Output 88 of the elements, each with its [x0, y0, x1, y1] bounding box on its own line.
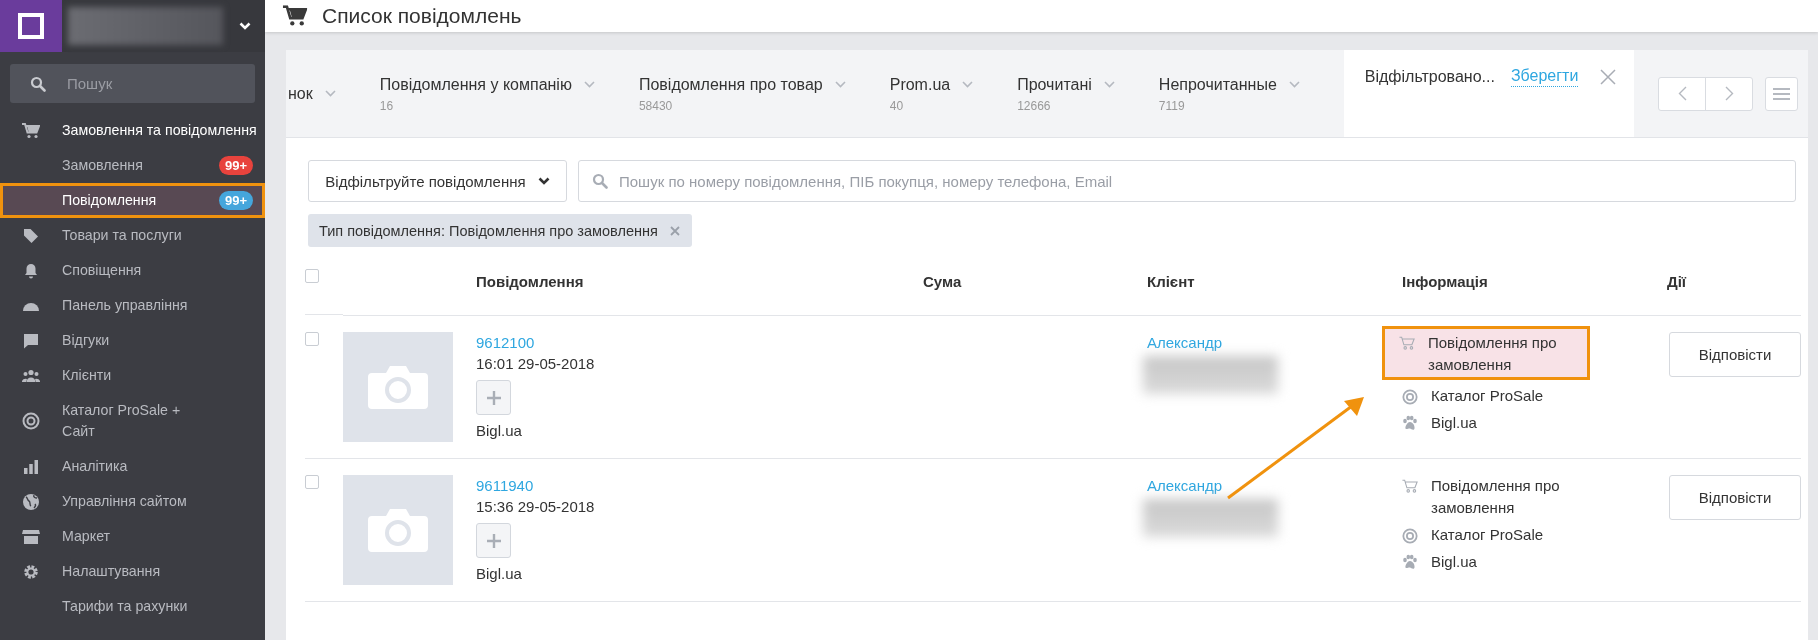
- tab[interactable]: Відфільтровано... Зберегти: [1343, 50, 1635, 137]
- page-title: Список повідомлень: [322, 4, 522, 28]
- chevron-down-icon: [583, 81, 595, 88]
- tab[interactable]: Прочитані 12666: [1017, 50, 1159, 137]
- sidebar-item[interactable]: Аналітика: [0, 449, 265, 484]
- tab[interactable]: Повідомлення про товар 58430: [638, 50, 890, 137]
- bell-icon: [23, 262, 39, 279]
- reply-button[interactable]: Відповісти: [1669, 332, 1801, 377]
- info-text: Bigl.ua: [1431, 552, 1477, 572]
- message-source: Bigl.ua: [476, 565, 523, 582]
- search-field[interactable]: Пошук по номеру повідомлення, ПІБ покупця, номеру телефона, Email: [578, 160, 1796, 202]
- menu-icon: [1773, 85, 1790, 102]
- settings-icon: [23, 563, 39, 580]
- chevron-down-icon[interactable]: [239, 22, 251, 30]
- filter-chip-label: Тип повідомлення: Повідомлення про замовлення: [319, 222, 658, 239]
- tab[interactable]: Prom.ua 40: [889, 50, 1018, 137]
- info-text: Повідомлення про замовлення: [1431, 476, 1561, 518]
- column-header: Дії: [1667, 272, 1687, 290]
- tab[interactable]: нок: [286, 50, 380, 137]
- cart-icon: [1402, 478, 1418, 494]
- sidebar-item[interactable]: Клієнти: [0, 358, 265, 393]
- search-field[interactable]: Пошук: [10, 64, 255, 103]
- plus-icon: [486, 533, 501, 548]
- search-icon: [30, 76, 46, 92]
- sidebar-item[interactable]: Сповіщення: [0, 253, 265, 288]
- cart-icon: [282, 5, 308, 27]
- sidebar-item[interactable]: Каталог ProSale + Сайт: [0, 393, 265, 449]
- count-badge: 99+: [218, 191, 253, 210]
- people-icon: [22, 368, 40, 383]
- count-badge: 99+: [218, 156, 253, 175]
- chevron-down-icon: [834, 81, 846, 88]
- tag-icon: [23, 227, 39, 244]
- message-source: Bigl.ua: [476, 422, 523, 439]
- row-checkbox[interactable]: [305, 475, 319, 489]
- paw-icon: [1402, 554, 1418, 570]
- column-header: Повідомлення: [476, 272, 584, 290]
- sidebar-subitem[interactable]: Повідомлення 99+: [0, 183, 265, 218]
- paw-icon: [1402, 415, 1418, 431]
- sidebar-item[interactable]: Управління сайтом: [0, 484, 265, 519]
- sidebar-item[interactable]: Відгуки: [0, 323, 265, 358]
- sidebar-subitem[interactable]: Замовлення 99+: [0, 148, 265, 183]
- tab[interactable]: Повідомлення у компанію 16: [379, 50, 639, 137]
- cart-icon: [22, 122, 40, 139]
- sidebar-item[interactable]: Замовлення та повідомлення: [0, 113, 265, 148]
- target-icon: [1402, 527, 1418, 545]
- info-text: Каталог ProSale: [1431, 386, 1544, 406]
- sidebar-item[interactable]: Маркет: [0, 519, 265, 554]
- globe-icon: [22, 492, 40, 511]
- column-header: Клієнт: [1147, 272, 1195, 290]
- menu-button[interactable]: [1765, 76, 1798, 111]
- tab[interactable]: Непрочитанные 7119: [1158, 50, 1344, 137]
- chevron-down-icon: [537, 177, 550, 185]
- logo[interactable]: [0, 0, 62, 52]
- chat-icon: [23, 332, 39, 349]
- sidebar-item[interactable]: Тарифи та рахунки: [0, 589, 265, 624]
- sidebar-item[interactable]: Налаштування: [0, 554, 265, 589]
- camera-icon: [368, 365, 428, 409]
- plus-icon: [486, 390, 501, 405]
- info-text: Повідомлення про замовлення: [1428, 333, 1558, 375]
- cart-icon: [1399, 335, 1415, 351]
- target-icon: [1402, 388, 1418, 406]
- select-all-checkbox[interactable]: [305, 268, 319, 283]
- info-text: Bigl.ua: [1431, 413, 1477, 433]
- message-datetime: 16:01 29-05-2018: [476, 354, 596, 374]
- chevron-down-icon: [324, 90, 336, 97]
- close-icon[interactable]: [1600, 68, 1617, 85]
- row-checkbox[interactable]: [305, 332, 319, 346]
- camera-icon: [368, 508, 428, 552]
- add-button[interactable]: [476, 523, 511, 558]
- target-icon: [22, 412, 40, 430]
- chevron-down-icon: [1103, 81, 1115, 88]
- column-header: Інформація: [1402, 272, 1488, 290]
- chevron-left-icon: [1677, 86, 1687, 101]
- chevron-down-icon: [962, 81, 974, 88]
- close-icon[interactable]: [669, 225, 680, 236]
- reply-button[interactable]: Відповісти: [1669, 475, 1801, 520]
- sidebar-item[interactable]: Панель управління: [0, 288, 265, 323]
- add-button[interactable]: [476, 380, 511, 415]
- message-datetime: 15:36 29-05-2018: [476, 497, 596, 517]
- filter-dropdown[interactable]: Відфільтруйте повідомлення: [308, 160, 567, 202]
- chevron-right-icon: [1724, 86, 1734, 101]
- search-icon: [592, 173, 608, 189]
- sidebar-item[interactable]: Товари та послуги: [0, 218, 265, 253]
- chevron-down-icon: [1288, 81, 1300, 88]
- column-header: Сума: [923, 272, 962, 290]
- bar-chart-icon: [23, 458, 39, 475]
- info-text: Каталог ProSale: [1431, 525, 1544, 545]
- store-icon: [22, 528, 40, 545]
